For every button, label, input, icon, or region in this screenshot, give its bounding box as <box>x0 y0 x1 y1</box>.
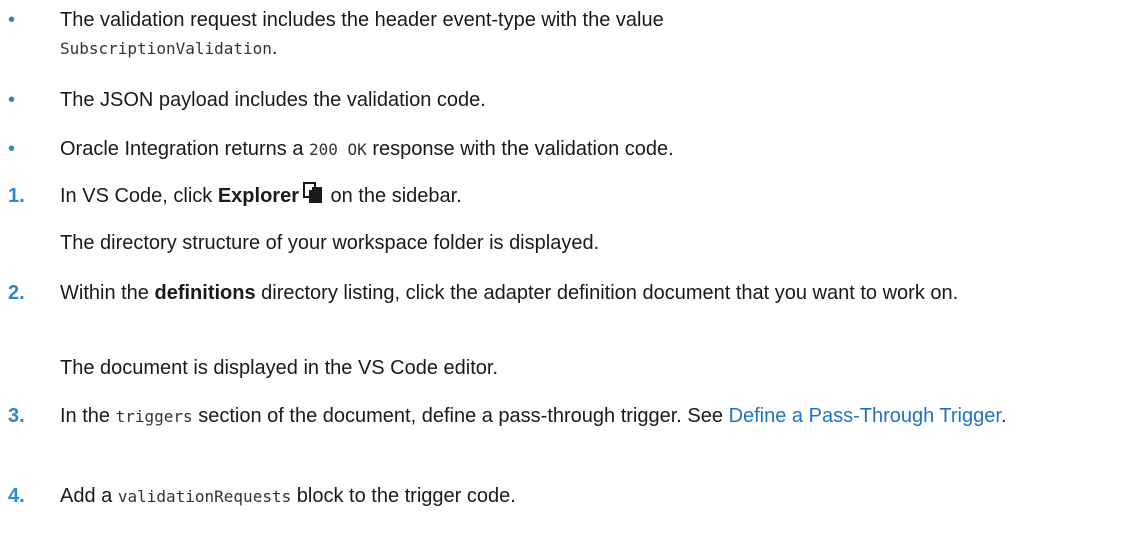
list-item: • The JSON payload includes the validati… <box>0 86 1147 114</box>
code-text: 200 OK <box>309 140 367 159</box>
step-text-end: block to the trigger code. <box>291 485 516 507</box>
step-number: 4. <box>8 485 25 507</box>
step-text-end: on the sidebar. <box>325 185 462 207</box>
step-number: 1. <box>8 185 25 207</box>
step-text: In VS Code, click <box>60 185 218 207</box>
code-text: SubscriptionValidation <box>60 39 272 58</box>
list-item: • Oracle Integration returns a 200 OK re… <box>0 135 1147 164</box>
bullet-marker: • <box>8 9 16 31</box>
bullet-text-end: response with the validation code. <box>366 138 674 160</box>
step-item: 1. In VS Code, click Explorer on the sid… <box>0 182 1147 212</box>
step-text: In the <box>60 405 116 427</box>
list-item: • The validation request includes the he… <box>0 6 1147 63</box>
step-text-end: . <box>1000 405 1007 427</box>
bullet-marker: • <box>8 89 16 111</box>
bullet-text: Oracle Integration returns a <box>60 138 310 160</box>
step-text: Add a <box>60 485 118 507</box>
bullet-marker: • <box>8 138 16 160</box>
ui-label-explorer: Explorer <box>217 185 299 207</box>
step-item: 2. Within the definitions directory list… <box>0 279 1147 307</box>
bullet-text: The JSON payload includes the validation… <box>60 89 486 111</box>
bullet-text-end: . <box>271 37 278 59</box>
step-item: 4. Add a validationRequests block to the… <box>0 482 1147 511</box>
define-pass-through-trigger-link[interactable]: Define a Pass-Through Trigger <box>729 405 1001 427</box>
ui-label-definitions: definitions <box>154 282 256 304</box>
step-result: The directory structure of your workspac… <box>60 232 600 254</box>
bullet-text: The validation request includes the head… <box>60 9 664 31</box>
step-text: Within the <box>60 282 155 304</box>
step-item: 3. In the triggers section of the docume… <box>0 402 1147 431</box>
explorer-icon <box>303 182 323 212</box>
step-text-middle: section of the document, define a pass-t… <box>192 405 729 427</box>
code-text: triggers <box>115 407 193 426</box>
step-result: The document is displayed in the VS Code… <box>60 357 499 379</box>
step-text-end: directory listing, click the adapter def… <box>255 282 959 304</box>
step-number: 3. <box>8 405 25 427</box>
step-number: 2. <box>8 282 25 304</box>
code-text: validationRequests <box>117 487 292 506</box>
